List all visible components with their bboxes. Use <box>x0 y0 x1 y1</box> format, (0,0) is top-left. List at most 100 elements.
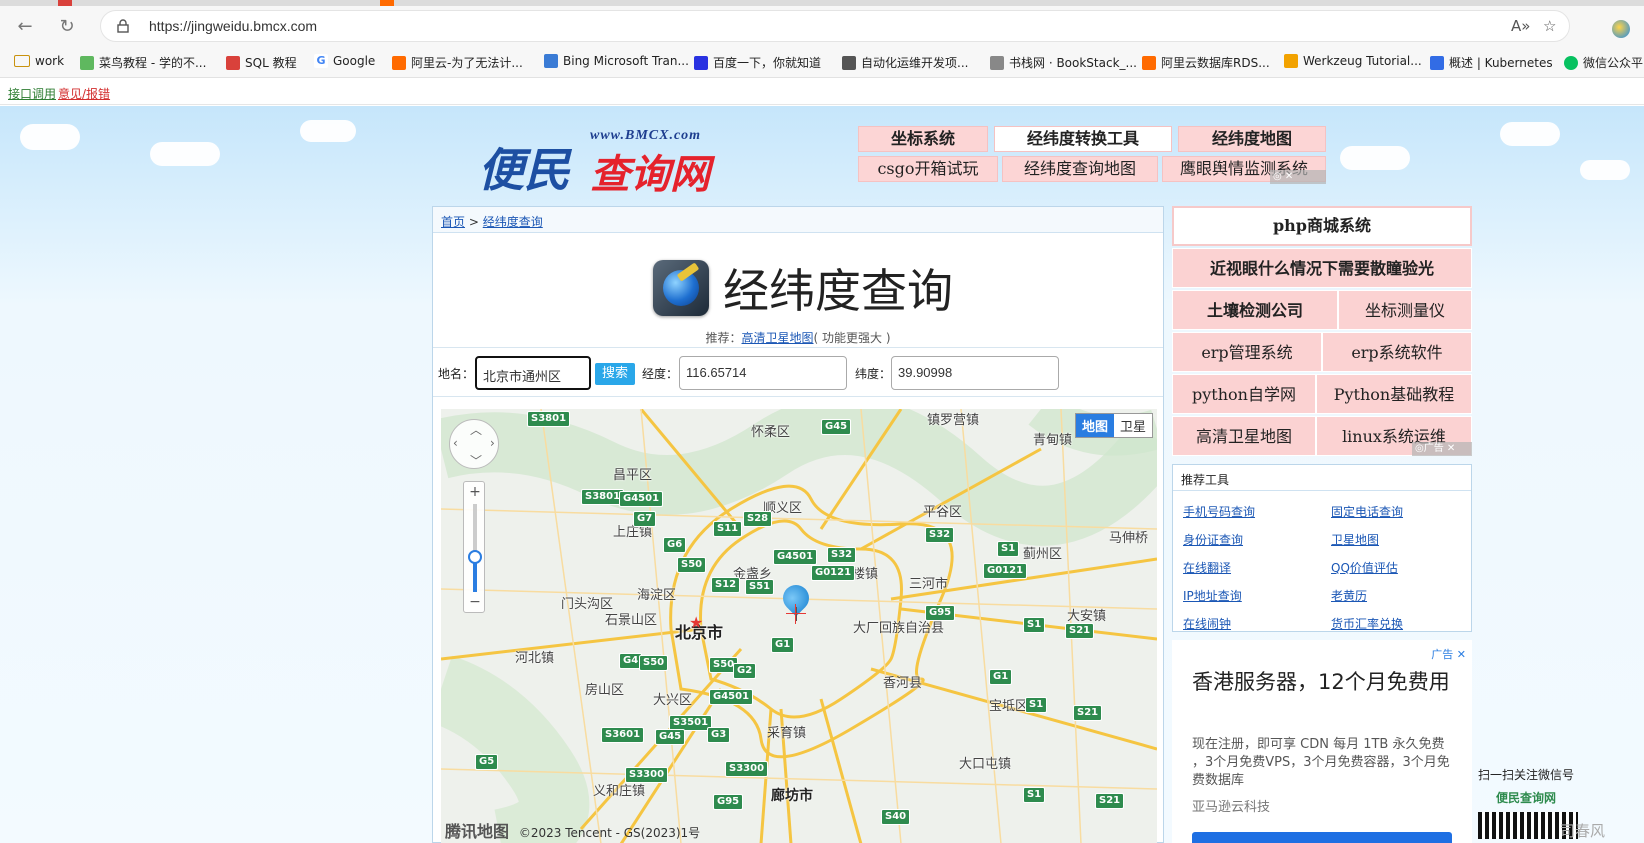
bookmark-label: Werkzeug Tutorial... <box>1303 54 1422 68</box>
bookmark-item[interactable]: Bing Microsoft Tran... <box>544 54 689 68</box>
bookmark-item[interactable]: 百度一下，你就知道 <box>694 54 821 71</box>
site-logo[interactable]: www.BMCX.com 便民 查询网 <box>440 114 740 198</box>
bookmark-label: 阿里云-为了无法计... <box>411 56 523 70</box>
close-icon[interactable]: ✕ <box>1457 648 1466 661</box>
zoom-in-icon[interactable]: + <box>464 484 486 500</box>
bookmark-item[interactable]: 书栈网 · BookStack_... <box>990 54 1137 71</box>
map-place-label: 河北镇 <box>515 651 555 666</box>
watermark: 司春风 <box>1560 822 1606 840</box>
highway-shield: S3300 <box>725 761 769 777</box>
lat-input[interactable]: 39.90998 <box>891 356 1059 390</box>
highway-shield: G0121 <box>811 565 856 581</box>
ad-link[interactable]: Python基础教程 <box>1316 374 1472 414</box>
highway-shield: S12 <box>711 577 741 593</box>
read-aloud-icon[interactable]: A» <box>1511 17 1530 35</box>
map-brand: 腾讯地图 <box>445 822 510 841</box>
ad-tag[interactable]: ◎广告 ✕ <box>1412 442 1472 456</box>
ad-close-icon[interactable]: ◎ ✕ <box>1270 170 1326 184</box>
bookmarks-bar: work 菜鸟教程 - 学的不... SQL 教程 G Google 阿里云-为了… <box>0 46 1644 78</box>
pan-right-icon[interactable]: › <box>490 436 495 450</box>
map-place-label: 青甸镇 <box>1033 433 1073 448</box>
nav-coordinate-system[interactable]: 坐标系统 <box>858 126 988 152</box>
ad-link[interactable]: python自学网 <box>1172 374 1316 414</box>
pan-control[interactable]: ︿ ﹀ ‹ › <box>449 419 499 469</box>
ad-link[interactable]: 高清卫星地图 <box>1172 416 1316 456</box>
pan-up-icon[interactable]: ︿ <box>470 421 482 438</box>
page-title: 经纬度查询 <box>723 264 953 318</box>
tool-link[interactable]: 在线闹钟 <box>1183 615 1231 632</box>
zoom-slider-handle[interactable] <box>468 550 482 564</box>
werkzeug-icon <box>1284 54 1298 68</box>
breadcrumb-current[interactable]: 经纬度查询 <box>483 215 543 229</box>
tool-link[interactable]: IP地址查询 <box>1183 587 1242 604</box>
highway-shield: G3 <box>707 727 731 743</box>
place-input[interactable]: 北京市通州区 <box>475 356 591 390</box>
map-place-label: 采育镇 <box>767 726 807 741</box>
nav-query-map[interactable]: 经纬度查询地图 <box>1002 156 1158 182</box>
api-link[interactable]: 接口调用 <box>8 85 56 102</box>
back-icon[interactable]: ← <box>14 16 36 38</box>
bookmark-item[interactable]: 阿里云数据库RDS... <box>1142 54 1270 71</box>
bookmark-item[interactable]: 阿里云-为了无法计... <box>392 54 523 71</box>
highway-shield: S32 <box>827 547 857 563</box>
breadcrumb-home[interactable]: 首页 <box>441 215 465 229</box>
map-place-label: 香河县 <box>883 676 923 691</box>
highway-shield: S21 <box>1095 793 1125 809</box>
bookmark-item[interactable]: G Google <box>314 54 375 68</box>
ad-tag-text: 广告 <box>1431 648 1454 661</box>
zoom-out-icon[interactable]: − <box>464 594 486 610</box>
tool-link[interactable]: 身份证查询 <box>1183 531 1243 548</box>
url-text[interactable]: https://jingweidu.bmcx.com <box>149 18 317 34</box>
map-type-map[interactable]: 地图 <box>1075 414 1114 437</box>
bookmark-item[interactable]: SQL 教程 <box>226 54 297 71</box>
ad-link[interactable]: 坐标测量仪 <box>1338 290 1472 330</box>
zoom-control[interactable]: + − <box>463 481 485 613</box>
url-box[interactable]: https://jingweidu.bmcx.com A» ☆ <box>100 10 1570 42</box>
highway-shield: S11 <box>713 521 743 537</box>
highway-shield: G4501 <box>709 689 754 705</box>
lng-input[interactable]: 116.65714 <box>679 356 847 390</box>
ad-cta-button[interactable] <box>1192 832 1452 843</box>
bookmark-item[interactable]: Werkzeug Tutorial... <box>1284 54 1422 68</box>
pan-down-icon[interactable]: ﹀ <box>470 452 482 469</box>
bookmark-item[interactable]: work <box>14 54 64 68</box>
ad-link[interactable]: 土壤检测公司 <box>1172 290 1338 330</box>
map-view[interactable]: 怀柔区 镇罗营镇 昌平区 顺义区 平谷区 青甸镇 马伸桥 上庄镇 金盏乡 高楼镇… <box>441 409 1157 843</box>
favorite-icon[interactable]: ☆ <box>1543 17 1556 35</box>
tool-link[interactable]: 老黄历 <box>1331 587 1367 604</box>
tool-link[interactable]: 固定电话查询 <box>1331 503 1403 520</box>
pan-left-icon[interactable]: ‹ <box>453 436 458 450</box>
ad-link[interactable]: erp管理系统 <box>1172 332 1322 372</box>
bookmark-item[interactable]: 自动化运维开发项... <box>842 54 968 71</box>
tool-link[interactable]: 手机号码查询 <box>1183 503 1255 520</box>
search-button[interactable]: 搜索 <box>595 363 635 385</box>
tool-link[interactable]: 卫星地图 <box>1331 531 1379 548</box>
tool-link[interactable]: QQ价值评估 <box>1331 559 1398 576</box>
nav-map[interactable]: 经纬度地图 <box>1178 126 1326 152</box>
rec-link[interactable]: 高清卫星地图 <box>742 331 814 345</box>
tool-link[interactable]: 货币汇率兑换 <box>1331 615 1403 632</box>
server-ad[interactable]: 广告 ✕ 香港服务器，12个月免费用 现在注册，即可享 CDN 每月 1TB 永… <box>1172 640 1472 843</box>
nav-converter[interactable]: 经纬度转换工具 <box>994 126 1172 152</box>
tool-link[interactable]: 在线翻译 <box>1183 559 1231 576</box>
devops-icon <box>842 55 856 70</box>
highway-shield: G45 <box>821 419 852 435</box>
wechat-qr: 扫一扫关注微信号 便民查询网 <box>1478 766 1628 839</box>
folder-icon <box>14 55 30 67</box>
profile-icon[interactable] <box>1612 20 1630 38</box>
ad-link[interactable]: erp系统软件 <box>1322 332 1472 372</box>
ad-link[interactable]: php商城系统 <box>1172 206 1472 246</box>
bookmark-item[interactable]: 菜鸟教程 - 学的不... <box>80 54 206 71</box>
bookmark-item[interactable]: 微信公众平 <box>1564 54 1643 71</box>
highway-shield: G45 <box>655 729 686 745</box>
qr-caption: 扫一扫关注微信号 <box>1478 768 1575 782</box>
map-type-satellite[interactable]: 卫星 <box>1114 414 1152 437</box>
nav-csgo[interactable]: csgo开箱试玩 <box>858 156 998 182</box>
ad-link[interactable]: 近视眼什么情况下需要散瞳验光 <box>1172 248 1472 288</box>
bookmark-label: SQL 教程 <box>245 56 297 70</box>
recommended-tools: 推荐工具 手机号码查询 固定电话查询 身份证查询 卫星地图 在线翻译 QQ价值评… <box>1172 464 1472 632</box>
breadcrumb-separator: > <box>468 215 479 229</box>
refresh-icon[interactable]: ↻ <box>56 16 78 38</box>
bookmark-item[interactable]: 概述 | Kubernetes <box>1430 54 1553 71</box>
feedback-link[interactable]: 意见/报错 <box>58 85 110 102</box>
